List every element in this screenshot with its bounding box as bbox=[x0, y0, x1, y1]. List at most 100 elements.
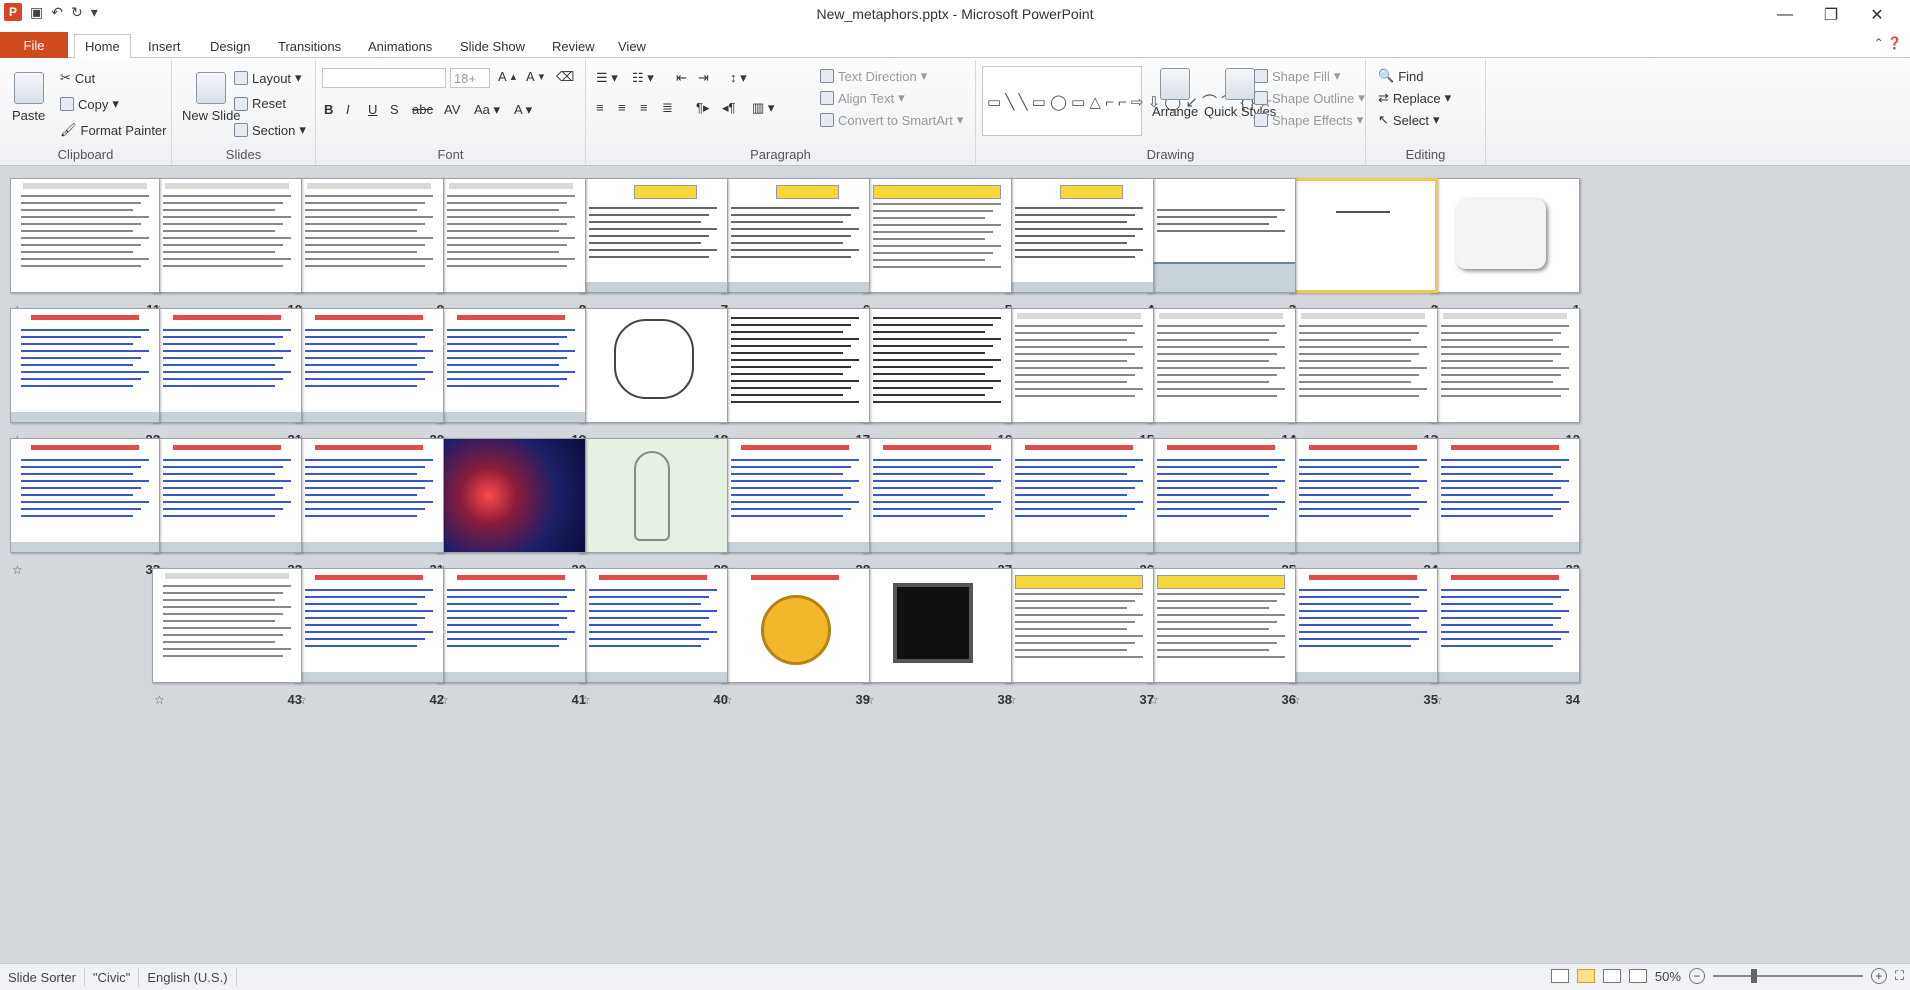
slide-thumbnail[interactable] bbox=[10, 308, 160, 423]
transition-star-icon[interactable]: ☆ bbox=[154, 693, 165, 707]
font-size-input[interactable]: 18+ bbox=[450, 68, 490, 88]
slide-thumbnail[interactable] bbox=[152, 178, 302, 293]
select-button[interactable]: ↖ Select ▾ bbox=[1378, 112, 1440, 128]
replace-button[interactable]: ⇄ Replace ▾ bbox=[1378, 90, 1451, 106]
zoom-in-button[interactable]: + bbox=[1870, 968, 1887, 984]
slide-thumbnail[interactable] bbox=[578, 308, 728, 423]
slide-thumbnail[interactable] bbox=[1146, 178, 1296, 293]
slide-sorter-workspace[interactable]: 1☆2☆3☆4☆5☆6☆7☆8☆9☆10☆11☆12☆13☆14☆15☆16☆1… bbox=[0, 166, 1910, 963]
new-slide-button[interactable]: New Slide bbox=[182, 72, 241, 123]
slide-thumbnail[interactable] bbox=[1004, 308, 1154, 423]
cut-button[interactable]: ✂ Cut bbox=[60, 70, 95, 86]
tab-review[interactable]: Review bbox=[542, 34, 605, 58]
slide-thumbnail[interactable] bbox=[1288, 438, 1438, 553]
copy-button[interactable]: Copy ▾ bbox=[60, 96, 119, 112]
tab-design[interactable]: Design bbox=[200, 34, 260, 58]
line-spacing-icon[interactable]: ↕ ▾ bbox=[730, 70, 747, 86]
slide-thumbnail[interactable] bbox=[720, 308, 870, 423]
slide-thumbnail[interactable] bbox=[1004, 438, 1154, 553]
slide-thumbnail[interactable] bbox=[1004, 568, 1154, 683]
reading-view-button[interactable] bbox=[1602, 969, 1621, 983]
convert-smartart-button[interactable]: Convert to SmartArt ▾ bbox=[820, 112, 963, 128]
find-button[interactable]: 🔍 Find bbox=[1378, 68, 1423, 84]
numbering-icon[interactable]: ☷ ▾ bbox=[632, 70, 654, 86]
align-text-button[interactable]: Align Text ▾ bbox=[820, 90, 905, 106]
shapes-gallery[interactable]: ▭ ╲ ╲ ▭ ◯ ▭ △ ⌐ ⌐ ⇨ ⇩ ◯ ↙ ⌒ ⌒ { } ☆ bbox=[982, 66, 1272, 136]
shape-effects-button[interactable]: Shape Effects ▾ bbox=[1254, 112, 1363, 128]
shadow-button[interactable]: S bbox=[390, 102, 399, 117]
slide-thumbnail[interactable] bbox=[10, 178, 160, 293]
shrink-font-button[interactable]: A ▾ bbox=[526, 69, 544, 84]
strikethrough-button[interactable]: abc bbox=[412, 102, 433, 117]
align-left-icon[interactable]: ≡ bbox=[596, 100, 604, 115]
change-case-button[interactable]: Aa ▾ bbox=[474, 102, 500, 118]
normal-view-button[interactable] bbox=[1550, 969, 1569, 983]
slide-thumbnail[interactable] bbox=[862, 308, 1012, 423]
tab-view[interactable]: View bbox=[608, 34, 656, 58]
shape-outline-button[interactable]: Shape Outline ▾ bbox=[1254, 90, 1365, 106]
slide-thumbnail[interactable] bbox=[10, 438, 160, 553]
slide-thumbnail[interactable] bbox=[1004, 178, 1154, 293]
spacing-button[interactable]: AV bbox=[444, 102, 460, 117]
clear-format-icon[interactable]: ⌫ bbox=[556, 69, 574, 85]
increase-indent-icon[interactable]: ⇥ bbox=[698, 70, 709, 86]
slide-thumbnail[interactable] bbox=[152, 568, 302, 683]
slide-thumbnail[interactable] bbox=[1430, 438, 1580, 553]
status-language[interactable]: English (U.S.) bbox=[139, 967, 237, 987]
slide-thumbnail[interactable] bbox=[720, 178, 870, 293]
tab-home[interactable]: Home bbox=[74, 34, 131, 59]
minimize-button[interactable]: — bbox=[1762, 2, 1808, 28]
tab-insert[interactable]: Insert bbox=[138, 34, 191, 58]
align-center-icon[interactable]: ≡ bbox=[618, 100, 626, 115]
slide-sorter-view-button[interactable] bbox=[1576, 969, 1595, 983]
bold-button[interactable]: B bbox=[324, 102, 333, 117]
section-button[interactable]: Section ▾ bbox=[234, 122, 306, 138]
slide-thumbnail[interactable] bbox=[1430, 308, 1580, 423]
arrange-button[interactable]: Arrange bbox=[1152, 68, 1198, 119]
bullets-icon[interactable]: ☰ ▾ bbox=[596, 70, 618, 86]
status-theme[interactable]: "Civic" bbox=[85, 967, 140, 987]
ltr-icon[interactable]: ¶▸ bbox=[696, 100, 710, 116]
slide-thumbnail[interactable] bbox=[720, 568, 870, 683]
slide-thumbnail[interactable] bbox=[862, 568, 1012, 683]
slide-thumbnail[interactable] bbox=[578, 438, 728, 553]
zoom-level[interactable]: 50% bbox=[1655, 969, 1681, 984]
grow-font-button[interactable]: A ▴ bbox=[498, 69, 516, 84]
zoom-slider[interactable] bbox=[1712, 969, 1863, 983]
slide-thumbnail[interactable] bbox=[436, 308, 586, 423]
slide-thumbnail[interactable] bbox=[862, 438, 1012, 553]
text-direction-button[interactable]: Text Direction ▾ bbox=[820, 68, 927, 84]
slide-thumbnail[interactable] bbox=[862, 178, 1012, 293]
slide-thumbnail[interactable] bbox=[720, 438, 870, 553]
slide-thumbnail[interactable] bbox=[436, 178, 586, 293]
slide-thumbnail[interactable] bbox=[152, 438, 302, 553]
columns-icon[interactable]: ▥ ▾ bbox=[752, 100, 774, 116]
slide-thumbnail[interactable] bbox=[578, 568, 728, 683]
decrease-indent-icon[interactable]: ⇤ bbox=[676, 70, 687, 86]
slide-thumbnail[interactable] bbox=[294, 178, 444, 293]
slide-thumbnail[interactable] bbox=[1288, 308, 1438, 423]
slide-thumbnail[interactable] bbox=[436, 568, 586, 683]
underline-button[interactable]: U bbox=[368, 102, 377, 117]
slide-thumbnail[interactable] bbox=[1288, 178, 1438, 293]
close-button[interactable]: ✕ bbox=[1854, 2, 1900, 28]
font-name-input[interactable] bbox=[322, 68, 446, 88]
slide-thumbnail[interactable] bbox=[294, 308, 444, 423]
tab-animations[interactable]: Animations bbox=[358, 34, 442, 58]
help-icon[interactable]: ⌃ ❓ bbox=[1874, 36, 1902, 50]
justify-icon[interactable]: ≣ bbox=[662, 100, 673, 116]
slide-thumbnail[interactable] bbox=[436, 438, 586, 553]
shape-fill-button[interactable]: Shape Fill ▾ bbox=[1254, 68, 1340, 84]
layout-button[interactable]: Layout ▾ bbox=[234, 70, 302, 86]
zoom-out-button[interactable]: − bbox=[1688, 968, 1705, 984]
slide-thumbnail[interactable] bbox=[1146, 308, 1296, 423]
transition-star-icon[interactable]: ☆ bbox=[12, 563, 23, 577]
slide-thumbnail[interactable] bbox=[294, 568, 444, 683]
slide-thumbnail[interactable] bbox=[1430, 178, 1580, 293]
slide-thumbnail[interactable] bbox=[1146, 438, 1296, 553]
reset-button[interactable]: Reset bbox=[234, 96, 286, 111]
maximize-button[interactable]: ❐ bbox=[1808, 2, 1854, 28]
rtl-icon[interactable]: ◂¶ bbox=[722, 100, 736, 116]
paste-button[interactable]: Paste bbox=[12, 72, 45, 123]
slide-thumbnail[interactable] bbox=[294, 438, 444, 553]
